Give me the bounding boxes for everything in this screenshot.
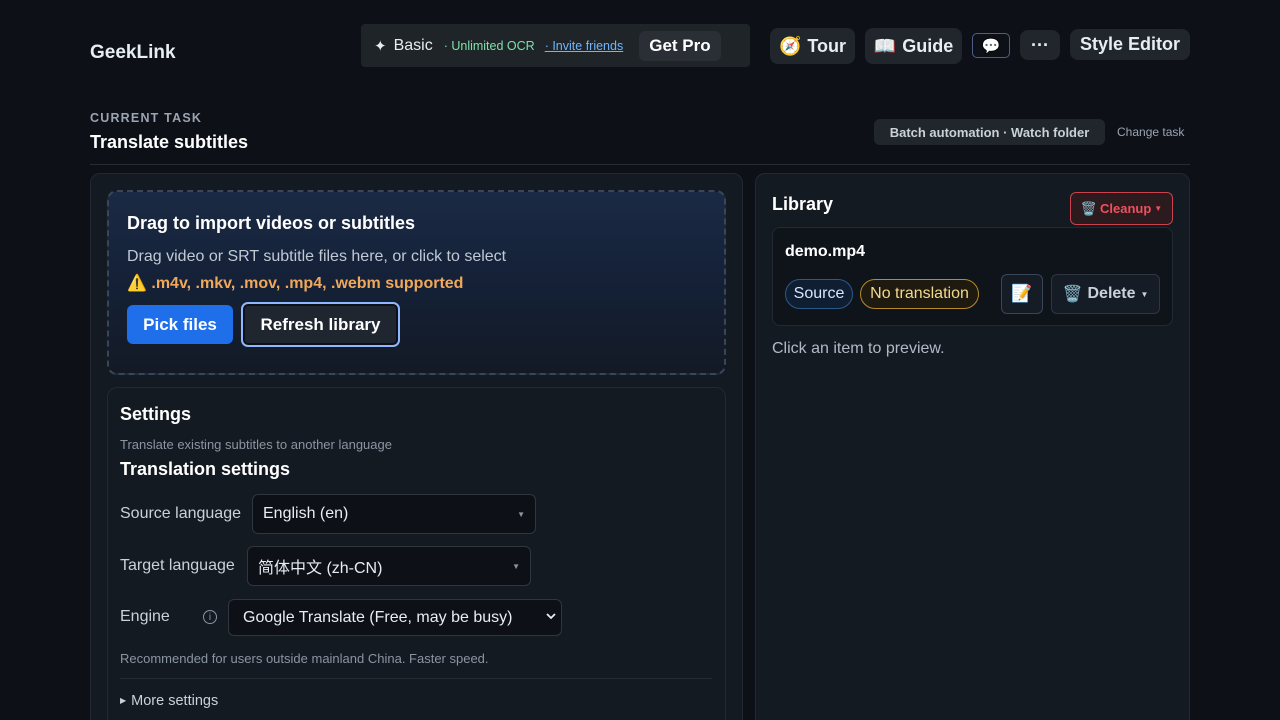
guide-button[interactable]: 📖 Guide [865, 28, 962, 64]
guide-label: Guide [902, 35, 954, 56]
translation-status-tag: No translation [860, 279, 979, 309]
more-icon: ··· [1031, 34, 1049, 55]
trash-icon: 🗑️ [1062, 286, 1083, 303]
source-language-label: Source language [120, 505, 241, 522]
refresh-library-button[interactable]: Refresh library [241, 302, 400, 347]
source-language-value: English (en) [263, 505, 349, 522]
batch-automation-button[interactable]: Batch automation · Watch folder [874, 119, 1105, 145]
target-language-label: Target language [120, 557, 235, 574]
settings-divider [120, 678, 712, 679]
more-menu-button[interactable]: ··· [1020, 30, 1060, 60]
tour-label: Tour [807, 35, 847, 56]
book-icon: 📖 [873, 35, 897, 56]
library-title: Library [772, 194, 834, 214]
caret-right-icon: ▶ [120, 696, 127, 705]
chevron-down-icon: ▼ [1140, 289, 1149, 299]
invite-friends-link[interactable]: · Invite friends [545, 39, 624, 53]
cleanup-label: Cleanup [1099, 201, 1152, 216]
brand-logo[interactable]: GeekLink [90, 42, 176, 64]
preview-hint: Click an item to preview. [772, 340, 945, 357]
translation-settings-title: Translation settings [120, 459, 291, 479]
engine-value: Google Translate (Free, may be busy) [243, 608, 513, 626]
drop-zone-title: Drag to import videos or subtitles [127, 213, 416, 233]
pick-files-button[interactable]: Pick files [127, 305, 233, 344]
edit-button[interactable]: 📝 [1001, 274, 1043, 314]
more-settings-toggle[interactable]: ▶ More settings [120, 693, 218, 709]
sparkle-icon: ✦ [374, 37, 387, 55]
plan-name: Basic [393, 36, 433, 54]
target-language-select[interactable]: 简体中文 (zh-CN) ▼ [247, 546, 531, 586]
source-tag: Source [785, 279, 853, 309]
cleanup-button[interactable]: 🗑️ Cleanup ▼ [1070, 192, 1173, 225]
compass-icon: 🧭 [778, 35, 802, 56]
chat-button[interactable]: 💬 [972, 33, 1010, 58]
chat-icon: 💬 [981, 37, 1001, 55]
more-settings-label: More settings [131, 693, 219, 709]
drop-zone-description: Drag video or SRT subtitle files here, o… [127, 248, 507, 265]
trash-icon: 🗑️ [1080, 200, 1097, 216]
get-pro-button[interactable]: Get Pro [639, 30, 721, 61]
tour-button[interactable]: 🧭 Tour [770, 28, 855, 64]
chevron-down-icon: ▼ [512, 561, 520, 571]
library-item-name: demo.mp4 [785, 243, 866, 260]
current-task-title: Translate subtitles [90, 132, 249, 152]
settings-subtitle: Translate existing subtitles to another … [120, 437, 392, 452]
header-divider [90, 164, 1190, 165]
engine-label: Engine [120, 608, 170, 625]
chevron-down-icon: ▼ [517, 509, 525, 519]
target-language-value: 简体中文 (zh-CN) [258, 560, 383, 577]
chevron-down-icon [546, 613, 556, 620]
info-icon[interactable]: i [203, 610, 217, 624]
engine-select[interactable]: Google Translate (Free, may be busy) [228, 599, 562, 636]
plan-ocr-note: · Unlimited OCR [443, 38, 535, 53]
engine-recommendation: Recommended for users outside mainland C… [120, 651, 489, 666]
chevron-down-icon: ▼ [1154, 204, 1163, 213]
delete-button[interactable]: 🗑️ Delete ▼ [1051, 274, 1160, 314]
supported-formats: ⚠️ .m4v, .mkv, .mov, .mp4, .webm support… [127, 275, 464, 292]
style-editor-button[interactable]: Style Editor [1070, 29, 1190, 60]
current-task-eyebrow: CURRENT TASK [90, 111, 203, 125]
change-task-link[interactable]: Change task [1117, 125, 1184, 139]
plan-banner: ✦ Basic · Unlimited OCR · Invite friends… [361, 24, 750, 67]
settings-title: Settings [120, 404, 192, 424]
delete-label: Delete [1087, 285, 1136, 302]
memo-icon: 📝 [1011, 284, 1033, 303]
source-language-select[interactable]: English (en) ▼ [252, 494, 536, 534]
